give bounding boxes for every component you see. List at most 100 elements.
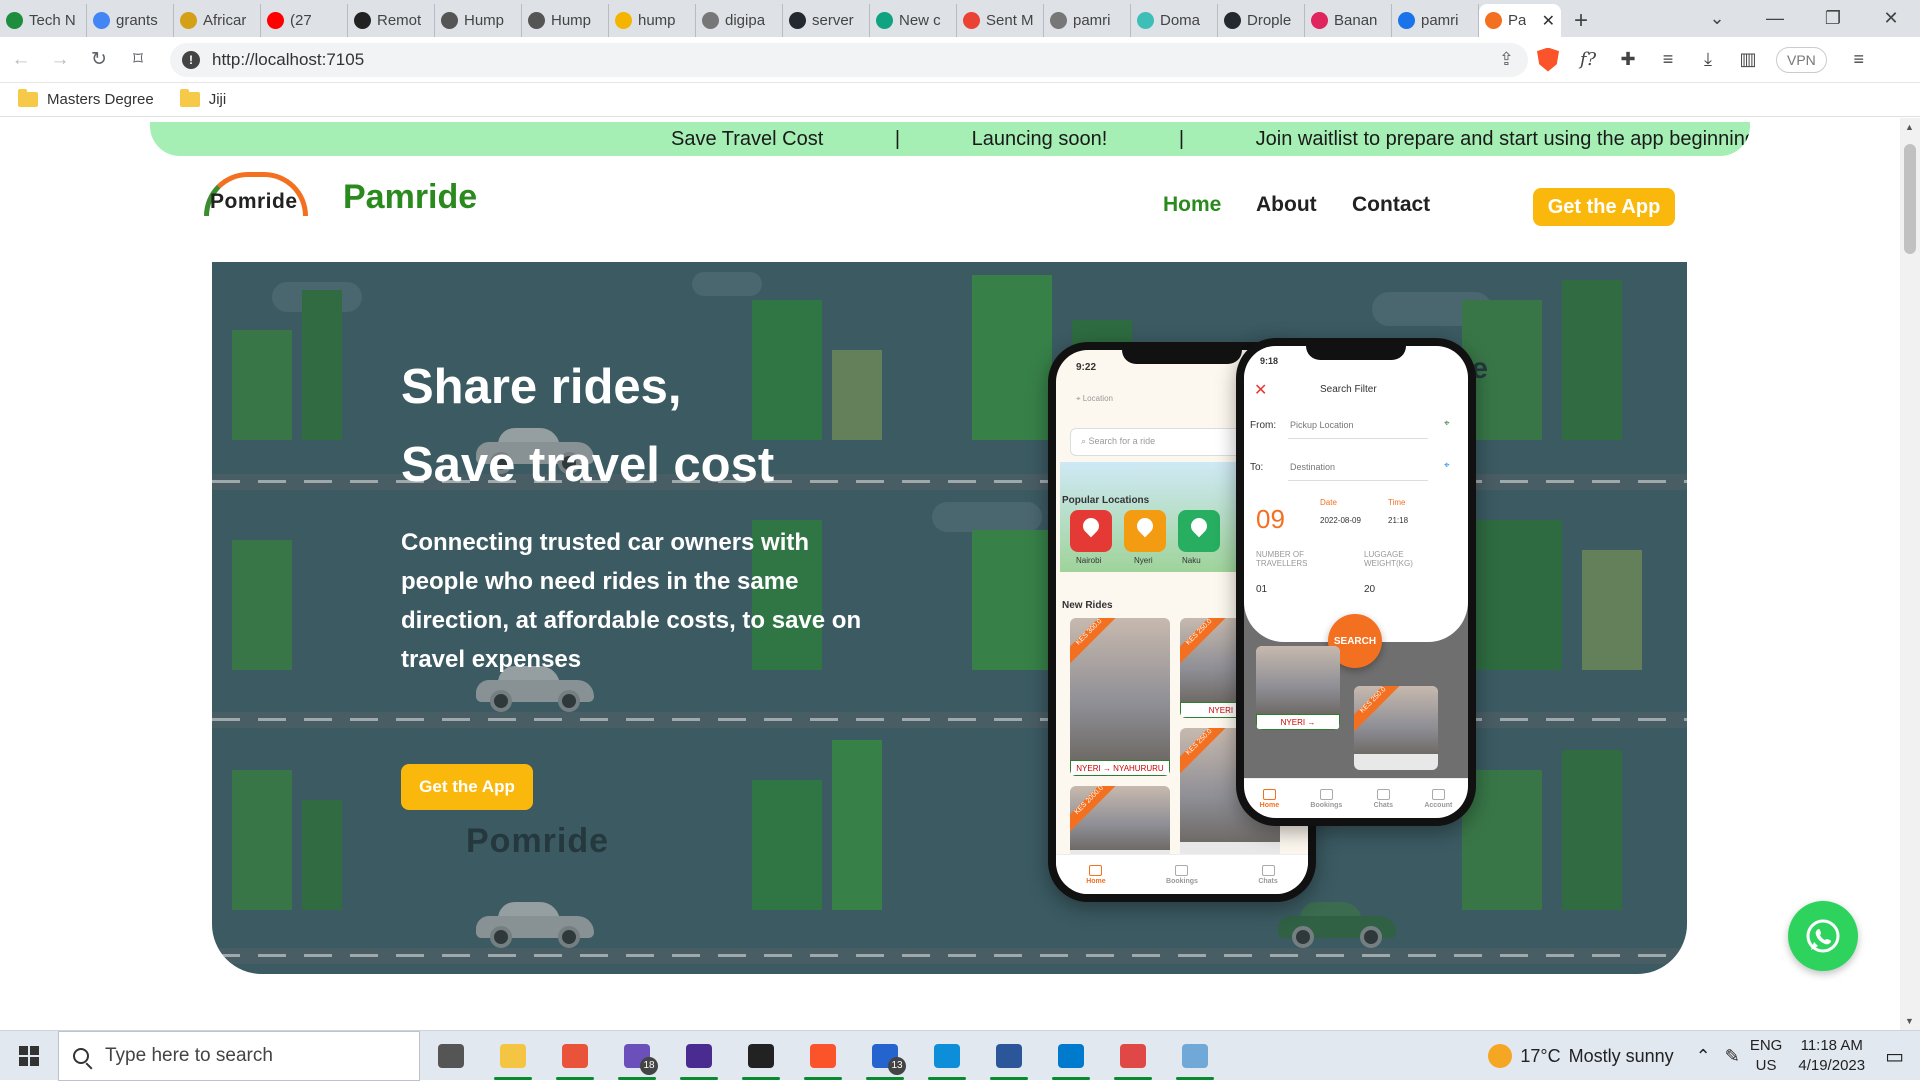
slack-icon[interactable]: 18 bbox=[606, 1031, 668, 1081]
start-button[interactable] bbox=[0, 1031, 58, 1081]
browser-tab[interactable]: Tech N bbox=[0, 4, 87, 37]
task-view-icon[interactable] bbox=[420, 1031, 482, 1081]
close-tab-icon[interactable]: ✕ bbox=[1542, 11, 1555, 31]
get-app-button-hero[interactable]: Get the App bbox=[401, 764, 533, 810]
running-indicator bbox=[1114, 1076, 1152, 1080]
word-icon[interactable] bbox=[978, 1031, 1040, 1081]
running-indicator bbox=[618, 1076, 656, 1080]
browser-tab-active[interactable]: Pa ✕ bbox=[1479, 4, 1561, 37]
browser-tab[interactable]: Drople bbox=[1218, 4, 1305, 37]
tab-label: Home bbox=[1259, 801, 1280, 809]
browser-tab[interactable]: Doma bbox=[1131, 4, 1218, 37]
popular-nakuru: Naku bbox=[1182, 556, 1201, 565]
tab-title: Sent M bbox=[986, 12, 1034, 29]
brave-shield-icon[interactable] bbox=[1528, 42, 1568, 78]
git-icon[interactable] bbox=[544, 1031, 606, 1081]
date-value: 2022-08-09 bbox=[1320, 516, 1361, 525]
bookmark-jiji[interactable]: Jiji bbox=[179, 89, 226, 108]
tab-title: Doma bbox=[1160, 12, 1201, 29]
tab-search-icon[interactable]: ⌄ bbox=[1688, 0, 1746, 37]
nav-home[interactable]: Home bbox=[1163, 193, 1221, 217]
domain-icon bbox=[1137, 12, 1154, 29]
get-app-button-header[interactable]: Get the App bbox=[1533, 188, 1675, 226]
taskbar-search[interactable]: Type here to search bbox=[58, 1030, 420, 1081]
browser-tab[interactable]: hump bbox=[609, 4, 696, 37]
paint-icon[interactable] bbox=[1102, 1031, 1164, 1081]
browser-tab[interactable]: pamri bbox=[1392, 4, 1479, 37]
marquee-separator: | bbox=[1178, 128, 1185, 150]
tab-home: Home bbox=[1259, 788, 1280, 809]
nav-about[interactable]: About bbox=[1256, 193, 1317, 217]
close-window-button[interactable]: ✕ bbox=[1862, 0, 1920, 37]
reload-button[interactable]: ↻ bbox=[81, 42, 117, 78]
new-tab-button[interactable]: + bbox=[1561, 4, 1601, 37]
fx-icon[interactable]: f? bbox=[1568, 42, 1608, 78]
app-glyph bbox=[1058, 1043, 1084, 1068]
language-indicator[interactable]: ENG US bbox=[1750, 1036, 1783, 1076]
restore-button[interactable]: ❐ bbox=[1804, 0, 1862, 37]
browser-tab[interactable]: Africar bbox=[174, 4, 261, 37]
sidebar-icon[interactable]: ▥ bbox=[1728, 42, 1768, 78]
app-glyph bbox=[996, 1043, 1022, 1068]
clock[interactable]: 11:18 AM 4/19/2023 bbox=[1798, 1036, 1865, 1076]
weather-temp[interactable]: 17°C bbox=[1520, 1046, 1560, 1067]
browser-tab[interactable]: digipa bbox=[696, 4, 783, 37]
todo-icon[interactable]: 13 bbox=[854, 1031, 916, 1081]
media-icon[interactable]: ≡ bbox=[1648, 42, 1688, 78]
browser-tab[interactable]: Remot bbox=[348, 4, 435, 37]
running-indicator bbox=[804, 1076, 842, 1080]
weather-desc[interactable]: Mostly sunny bbox=[1569, 1046, 1674, 1067]
browser-tab[interactable]: Hump bbox=[435, 4, 522, 37]
vscode-icon[interactable] bbox=[1040, 1031, 1102, 1081]
whatsapp-chat-button[interactable] bbox=[1788, 901, 1858, 971]
forward-button[interactable]: → bbox=[42, 42, 78, 78]
extensions-icon[interactable]: ✚ bbox=[1608, 42, 1648, 78]
system-tray: 17°C Mostly sunny ⌃ ✎ ENG US 11:18 AM 4/… bbox=[1488, 1031, 1920, 1081]
page-viewport: Save Travel Cost | Launcing soon! | Join… bbox=[0, 118, 1900, 1030]
phone-notch bbox=[1306, 338, 1406, 360]
location-pin-nairobi bbox=[1070, 510, 1112, 552]
tray-chevron-icon[interactable]: ⌃ bbox=[1696, 1046, 1711, 1067]
edge-icon[interactable] bbox=[916, 1031, 978, 1081]
scroll-up-icon[interactable]: ▲ bbox=[1905, 122, 1914, 132]
browser-tab-strip: Tech N grants Africar (27 Remot Hump Hump hump d… bbox=[0, 0, 1920, 37]
phone-time: 9:18 bbox=[1260, 356, 1279, 366]
browser-tab[interactable]: Banan bbox=[1305, 4, 1392, 37]
weather-icon[interactable] bbox=[1488, 1044, 1513, 1068]
site-info-icon[interactable]: ! bbox=[182, 50, 200, 69]
browser-tab[interactable]: New c bbox=[870, 4, 957, 37]
taskbar-apps: 18 13 bbox=[420, 1031, 1226, 1081]
notepad-icon[interactable] bbox=[1164, 1031, 1226, 1081]
browser-tab[interactable]: Sent M bbox=[957, 4, 1044, 37]
file-explorer-icon[interactable] bbox=[482, 1031, 544, 1081]
lang-secondary: US bbox=[1755, 1057, 1777, 1074]
browser-tab[interactable]: pamri bbox=[1044, 4, 1131, 37]
browser-tab[interactable]: Hump bbox=[522, 4, 609, 37]
page-scrollbar[interactable]: ▲ ▼ bbox=[1900, 118, 1920, 1030]
browser-tab[interactable]: server bbox=[783, 4, 870, 37]
back-button[interactable]: ← bbox=[3, 42, 39, 78]
obsidian-icon[interactable] bbox=[668, 1031, 730, 1081]
browser-tab[interactable]: grants bbox=[87, 4, 174, 37]
browser-tab[interactable]: (27 bbox=[261, 4, 348, 37]
url-bar[interactable]: ! http://localhost:7105 ⇪ bbox=[170, 42, 1528, 77]
pen-icon[interactable]: ✎ bbox=[1725, 1046, 1740, 1067]
brave-icon[interactable] bbox=[792, 1031, 854, 1081]
bookmark-icon[interactable]: ⌑ bbox=[120, 42, 156, 78]
menu-icon[interactable]: ≡ bbox=[1839, 42, 1879, 78]
vpn-button[interactable]: VPN bbox=[1776, 46, 1827, 73]
terminal-icon[interactable] bbox=[730, 1031, 792, 1081]
pamride-logo[interactable]: Pomride bbox=[200, 170, 312, 220]
nav-contact[interactable]: Contact bbox=[1352, 193, 1430, 217]
url-text[interactable]: http://localhost:7105 bbox=[212, 50, 364, 70]
globe-icon bbox=[528, 12, 545, 29]
bookmark-masters-degree[interactable]: Masters Degree bbox=[18, 89, 154, 108]
scroll-down-icon[interactable]: ▼ bbox=[1905, 1016, 1914, 1026]
address-bar-row: ← → ↻ ⌑ ! http://localhost:7105 ⇪ f? ✚ ≡… bbox=[0, 37, 1920, 83]
share-icon[interactable]: ⇪ bbox=[1499, 49, 1514, 70]
scrollbar-thumb[interactable] bbox=[1904, 144, 1916, 254]
brand-name[interactable]: Pamride bbox=[343, 178, 477, 217]
download-icon[interactable]: ⤓ bbox=[1688, 42, 1728, 78]
minimize-button[interactable]: — bbox=[1746, 0, 1804, 37]
notifications-icon[interactable]: ▭ bbox=[1885, 1044, 1904, 1069]
